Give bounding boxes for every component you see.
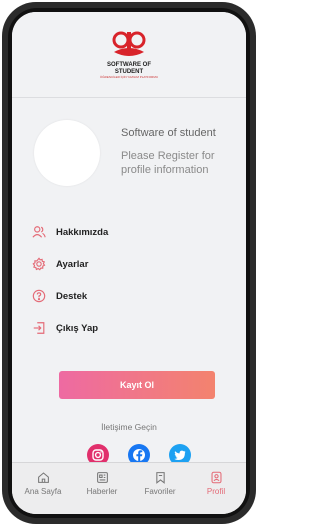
profile-name: Software of student — [121, 127, 216, 139]
news-icon — [96, 472, 108, 483]
bottom-navigation: Ana Sayfa Haberler Favoriler Profil — [12, 462, 246, 514]
profile-icon — [211, 471, 221, 484]
menu-label-support: Destek — [56, 290, 88, 302]
logo-subtitle: ÖĞRENCİLER İÇİN YAZILIM PLATFORMU — [99, 75, 158, 79]
nav-label-home: Ana Sayfa — [24, 487, 62, 496]
logo-title-line1: SOFTWARE OF — [107, 62, 151, 68]
avatar[interactable] — [34, 120, 100, 186]
menu-label-about: Hakkımızda — [56, 226, 109, 238]
menu-item-about[interactable]: Hakkımızda — [32, 223, 192, 241]
menu-label-logout: Çıkış Yap — [56, 322, 99, 334]
logout-icon — [33, 322, 45, 334]
app-screen: SOFTWARE OF STUDENT ÖĞRENCİLER İÇİN YAZI… — [12, 12, 246, 514]
app-header: SOFTWARE OF STUDENT ÖĞRENCİLER İÇİN YAZI… — [12, 12, 246, 98]
profile-register-message: Please Register for profile information — [121, 150, 215, 176]
phone-frame: SOFTWARE OF STUDENT ÖĞRENCİLER İÇİN YAZI… — [2, 2, 256, 524]
app-logo — [112, 31, 146, 56]
nav-label-news: Haberler — [86, 487, 118, 496]
menu-item-logout[interactable]: Çıkış Yap — [32, 319, 192, 337]
contact-label: İletişime Geçin — [101, 422, 157, 432]
nav-item-profile[interactable]: Profil — [188, 471, 244, 496]
help-icon — [32, 289, 46, 303]
menu-item-support[interactable]: Destek — [32, 287, 192, 305]
nav-label-profile: Profil — [206, 487, 226, 496]
home-icon — [37, 472, 49, 483]
menu-item-settings[interactable]: Ayarlar — [32, 255, 192, 273]
nav-item-favorites[interactable]: Favoriler — [132, 471, 188, 496]
gear-icon — [32, 257, 46, 271]
menu-label-settings: Ayarlar — [56, 258, 89, 270]
nav-item-news[interactable]: Haberler — [74, 471, 130, 496]
register-button[interactable]: Kayıt Ol — [59, 371, 215, 399]
phone-bezel: SOFTWARE OF STUDENT ÖĞRENCİLER İÇİN YAZI… — [8, 8, 250, 518]
users-icon — [32, 226, 46, 238]
nav-item-home[interactable]: Ana Sayfa — [15, 471, 71, 496]
nav-label-favorites: Favoriler — [144, 487, 176, 496]
bookmark-icon — [155, 472, 165, 484]
